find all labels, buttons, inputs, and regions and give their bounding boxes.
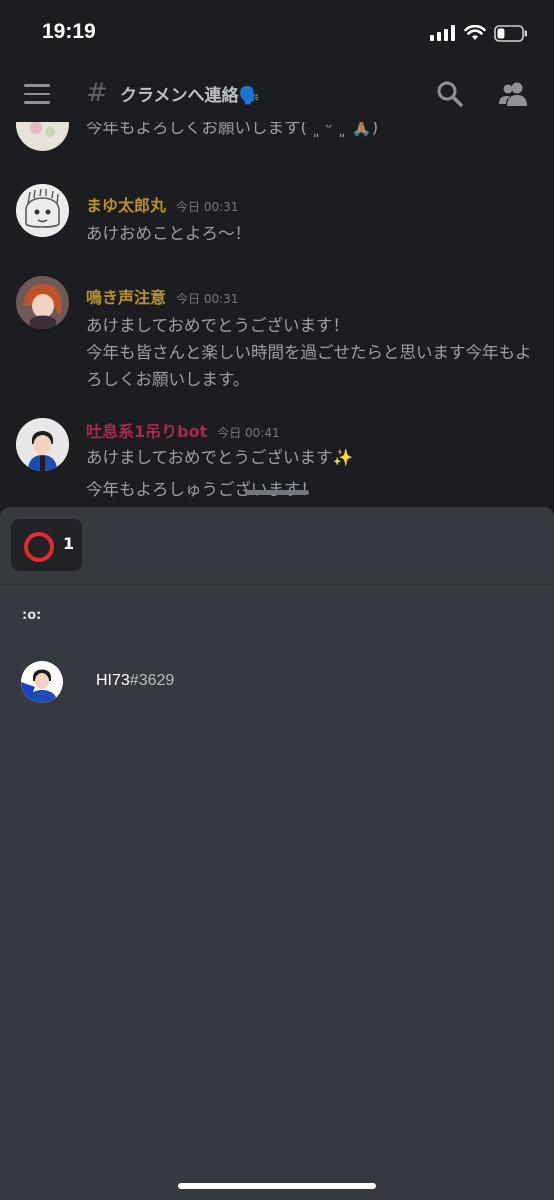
user-avatar[interactable] xyxy=(16,184,69,237)
wifi-icon xyxy=(464,25,486,40)
message-timestamp: 今日 00:31 xyxy=(176,292,239,306)
sheet-divider xyxy=(0,584,554,585)
status-time: 19:19 xyxy=(42,20,96,43)
message-list[interactable]: 今年もよろしくお願いします( ˘͈ ᵕ ˘͈ 🙏🏽) まゆ太郎丸 今日 00:31… xyxy=(0,122,554,507)
reactor-avatar[interactable] xyxy=(21,661,63,703)
user-avatar[interactable] xyxy=(16,122,69,151)
sheet-drag-handle[interactable] xyxy=(245,490,309,495)
reaction-count: 1 xyxy=(63,534,75,553)
reactions-sheet: 1 :o: HI73#3629 xyxy=(0,507,554,1200)
message-text: あけましておめでとうございます！ 今年も皆さんと楽しい時間を過ごせたらと思います… xyxy=(86,316,532,389)
channel-hash-icon: # xyxy=(86,78,108,108)
message-timestamp: 今日 00:41 xyxy=(217,426,280,440)
emoji-code-label: :o: xyxy=(22,608,42,623)
red-circle-emoji-icon xyxy=(24,532,54,562)
hamburger-menu-icon[interactable] xyxy=(24,84,50,104)
status-icons xyxy=(430,22,528,44)
message-author[interactable]: 吐息系1吊りbot 今日 00:41 xyxy=(86,418,280,442)
channel-header: # クラメンへ連絡🗣️ xyxy=(0,66,554,122)
user-avatar[interactable] xyxy=(16,276,69,329)
search-icon[interactable] xyxy=(436,80,464,108)
reaction-chip[interactable]: 1 xyxy=(11,519,82,571)
reactor-username: HI73#3629 xyxy=(96,672,175,689)
signal-icon xyxy=(430,25,455,41)
battery-icon xyxy=(494,24,527,42)
message-text: あけましておめでとうございます✨ 今年もよろしゅうございます！ xyxy=(86,448,354,499)
user-avatar[interactable] xyxy=(16,418,69,471)
message-author[interactable]: 鳴き声注意 今日 00:31 xyxy=(86,284,238,308)
message-text: あけおめことよろ〜！ xyxy=(86,224,251,243)
status-bar: 19:19 xyxy=(0,0,554,66)
home-indicator[interactable] xyxy=(178,1183,376,1189)
reactor-list-item[interactable]: HI73#3629 xyxy=(0,657,554,707)
message-text: 今年もよろしくお願いします( ˘͈ ᵕ ˘͈ 🙏🏽) xyxy=(86,122,379,137)
channel-name: クラメンへ連絡🗣️ xyxy=(120,86,260,106)
members-icon[interactable] xyxy=(498,80,528,108)
message-author[interactable]: まゆ太郎丸 今日 00:31 xyxy=(86,192,238,216)
message-timestamp: 今日 00:31 xyxy=(176,200,239,214)
